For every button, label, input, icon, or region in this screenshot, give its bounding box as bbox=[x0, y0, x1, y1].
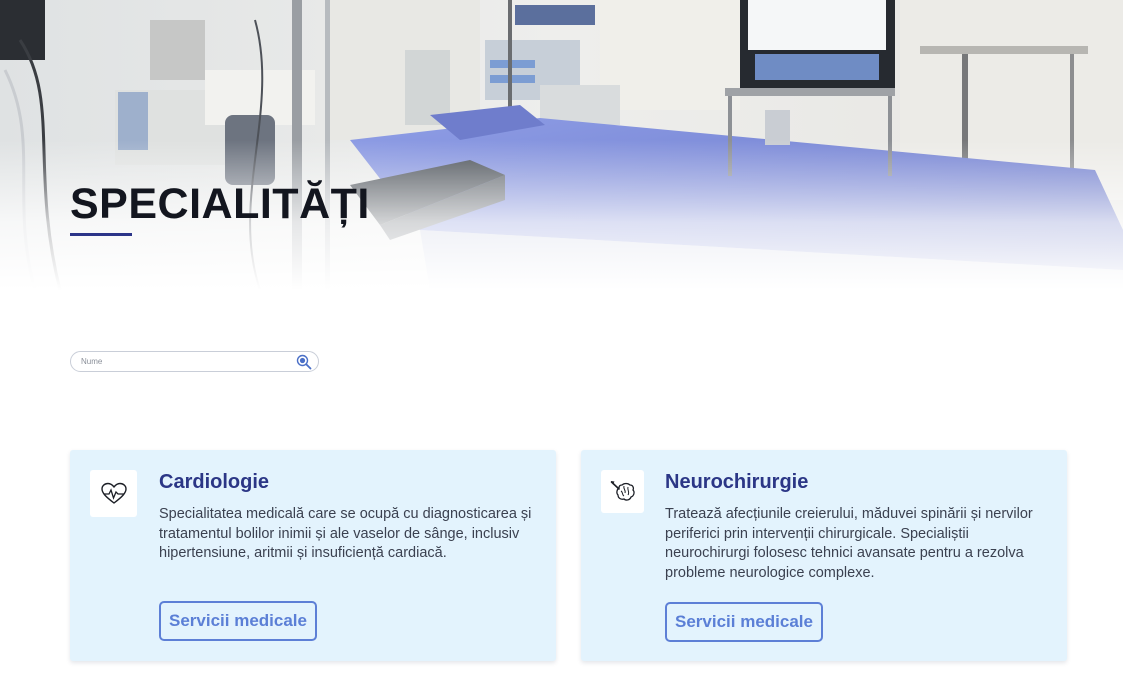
card-description: Tratează afecțiunile creierului, măduvei… bbox=[665, 506, 1033, 582]
card-title: Neurochirurgie bbox=[665, 471, 809, 493]
card-title: Cardiologie bbox=[159, 471, 270, 493]
search-box bbox=[70, 351, 319, 372]
search-input[interactable] bbox=[81, 354, 281, 369]
specialty-card-neurosurgery: Neurochirurgie Tratează afecțiunile crei… bbox=[581, 450, 1067, 661]
page-title: SPECIALITĂȚI bbox=[70, 180, 370, 228]
medical-services-button[interactable]: Servicii medicale bbox=[665, 602, 823, 642]
hero-banner: SPECIALITĂȚI bbox=[0, 0, 1123, 290]
specialty-card-cardiology: Cardiologie Specialitatea medicală care … bbox=[70, 450, 556, 661]
title-underline bbox=[70, 233, 132, 236]
search-icon[interactable] bbox=[296, 354, 312, 370]
medical-services-button[interactable]: Servicii medicale bbox=[159, 601, 317, 641]
heartbeat-icon bbox=[90, 470, 137, 517]
card-description: Specialitatea medicală care se ocupă cu … bbox=[159, 506, 532, 562]
brain-scalpel-icon bbox=[601, 470, 644, 513]
